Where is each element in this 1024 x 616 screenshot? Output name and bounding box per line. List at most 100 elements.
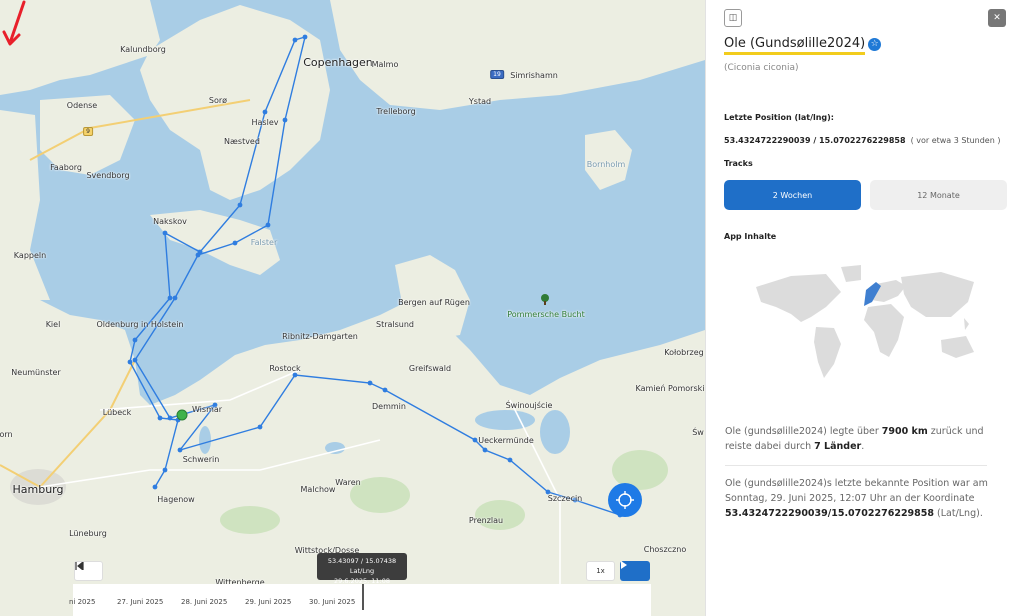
current-position-marker[interactable] xyxy=(608,483,642,517)
distance-value: 7900 km xyxy=(881,426,928,437)
road-shield: 9 xyxy=(83,127,93,136)
tooltip-coords: 53.43097 / 15.07438 Lat/Lng xyxy=(327,557,397,575)
city-label: Bergen auf Rügen xyxy=(398,298,470,307)
star-icon[interactable]: ☆ xyxy=(868,38,882,51)
timeline-label: 29. Juni 2025 xyxy=(245,598,292,606)
last-known-part: (Lat/Lng). xyxy=(934,508,983,519)
last-position-value: 53.4324722290039 / 15.0702276229858 xyxy=(724,136,906,145)
city-label: Svendborg xyxy=(86,171,130,180)
countries-value: 7 Länder xyxy=(814,441,862,452)
tracks-label: Tracks xyxy=(724,159,753,168)
track-point[interactable] xyxy=(162,467,168,473)
collapse-panel-button[interactable]: ◫ xyxy=(724,9,742,27)
detail-panel: ◫ ✕ Ole (Gundsølille2024) ☆ (Ciconia cico… xyxy=(705,0,1024,616)
timeline-cursor[interactable] xyxy=(362,584,364,610)
city-label: Odense xyxy=(66,101,98,110)
city-label: Waren xyxy=(335,478,361,487)
city-label: Oldenburg in Holstein xyxy=(96,320,184,329)
scientific-name: (Ciconia ciconia) xyxy=(724,63,799,73)
city-label: Lübeck xyxy=(102,408,132,417)
speed-button[interactable]: 1x xyxy=(586,561,615,581)
app-content-label: App Inhalte xyxy=(724,232,777,241)
city-label: Bornholm xyxy=(586,160,626,169)
timeline-label: 27. Juni 2025 xyxy=(117,598,164,606)
city-label: Pommersche Bucht xyxy=(507,310,585,319)
city-label: Kappeln xyxy=(13,251,47,260)
track-point[interactable] xyxy=(367,380,373,386)
city-label: Trelleborg xyxy=(376,107,416,116)
timeline-label: 30. Juni 2025 xyxy=(309,598,356,606)
city-label: Świnoujście xyxy=(505,401,553,410)
track-point[interactable] xyxy=(257,424,263,430)
track-point[interactable] xyxy=(167,415,173,421)
track-2-weeks-button[interactable]: 2 Wochen xyxy=(724,180,861,210)
track-point[interactable] xyxy=(292,37,298,43)
track-point[interactable] xyxy=(507,457,513,463)
skip-back-icon xyxy=(75,562,84,570)
city-label: Hagenow xyxy=(157,495,195,504)
timeline-label: ni 2025 xyxy=(69,598,96,606)
track-point[interactable] xyxy=(472,437,478,443)
city-label: Neumünster xyxy=(11,368,61,377)
park-icon xyxy=(541,294,549,302)
timeline[interactable]: ni 2025 27. Juni 2025 28. Juni 2025 29. … xyxy=(69,584,651,616)
city-label: Ystad xyxy=(468,97,492,106)
track-point[interactable] xyxy=(152,484,158,490)
map-view[interactable]: Kalundborg Copenhagen Malmo Simrishamn Sorø O… xyxy=(0,0,705,616)
track-point[interactable] xyxy=(195,252,201,258)
city-label: Św xyxy=(692,428,704,437)
map-canvas[interactable] xyxy=(0,0,705,616)
position-tooltip: 53.43097 / 15.07438 Lat/Lng 29.6.2025, 1… xyxy=(317,553,407,585)
rewind-button[interactable] xyxy=(74,561,103,581)
city-label: Stralsund xyxy=(375,320,415,329)
city-label: orn xyxy=(0,430,13,439)
city-label: Nakskov xyxy=(153,217,187,226)
summary-text: Ole (gundsølille2024) legte über 7900 km… xyxy=(725,424,993,454)
last-position: 53.4324722290039 / 15.0702276229858 ( vor… xyxy=(724,136,1000,145)
track-12-months-button[interactable]: 12 Monate xyxy=(870,180,1007,210)
track-point[interactable] xyxy=(172,295,178,301)
summary-part: . xyxy=(861,441,865,452)
track-point[interactable] xyxy=(157,415,163,421)
track-point[interactable] xyxy=(237,202,243,208)
timeline-label: 28. Juni 2025 xyxy=(181,598,228,606)
play-button[interactable] xyxy=(620,561,650,581)
city-label: Haslev xyxy=(251,118,279,127)
city-label: Sorø xyxy=(208,96,228,105)
start-marker[interactable] xyxy=(176,409,188,421)
track-point[interactable] xyxy=(382,387,388,393)
track-point[interactable] xyxy=(262,109,268,115)
close-button[interactable]: ✕ xyxy=(988,9,1006,27)
track-point[interactable] xyxy=(132,357,138,363)
last-position-ago: ( vor etwa 3 Stunden ) xyxy=(910,136,1001,145)
last-position-label: Letzte Position (lat/lng): xyxy=(724,113,835,122)
panel-icon: ◫ xyxy=(728,13,738,23)
track-point[interactable] xyxy=(127,359,133,365)
track-point[interactable] xyxy=(265,222,271,228)
city-label: Kiel xyxy=(45,320,61,329)
city-label: Malchow xyxy=(300,485,336,494)
city-label: Prenzlau xyxy=(468,516,504,525)
track-point[interactable] xyxy=(162,230,168,236)
track-point[interactable] xyxy=(132,337,138,343)
city-label: Faaborg xyxy=(50,163,82,172)
city-label: Demmin xyxy=(372,402,406,411)
track-point[interactable] xyxy=(282,117,288,123)
track-point[interactable] xyxy=(232,240,238,246)
last-known-text: Ole (gundsølille2024)s letzte bekannte P… xyxy=(725,476,993,521)
city-label: Choszczno xyxy=(643,545,687,554)
red-arrow-annotation xyxy=(2,0,26,46)
summary-part: Ole (gundsølille2024) legte über xyxy=(725,426,882,437)
road-shield: 19 xyxy=(490,70,504,79)
track-point[interactable] xyxy=(167,295,173,301)
city-label: Hamburg xyxy=(12,483,64,496)
city-label: Malmo xyxy=(371,60,399,69)
track-point[interactable] xyxy=(177,447,183,453)
track-point[interactable] xyxy=(292,372,298,378)
city-label: Kalundborg xyxy=(120,45,166,54)
track-point[interactable] xyxy=(482,447,488,453)
track-point[interactable] xyxy=(302,34,308,40)
city-label: Greifswald xyxy=(408,364,452,373)
city-label: Schwerin xyxy=(182,455,220,464)
city-label: Ueckermünde xyxy=(478,436,534,445)
